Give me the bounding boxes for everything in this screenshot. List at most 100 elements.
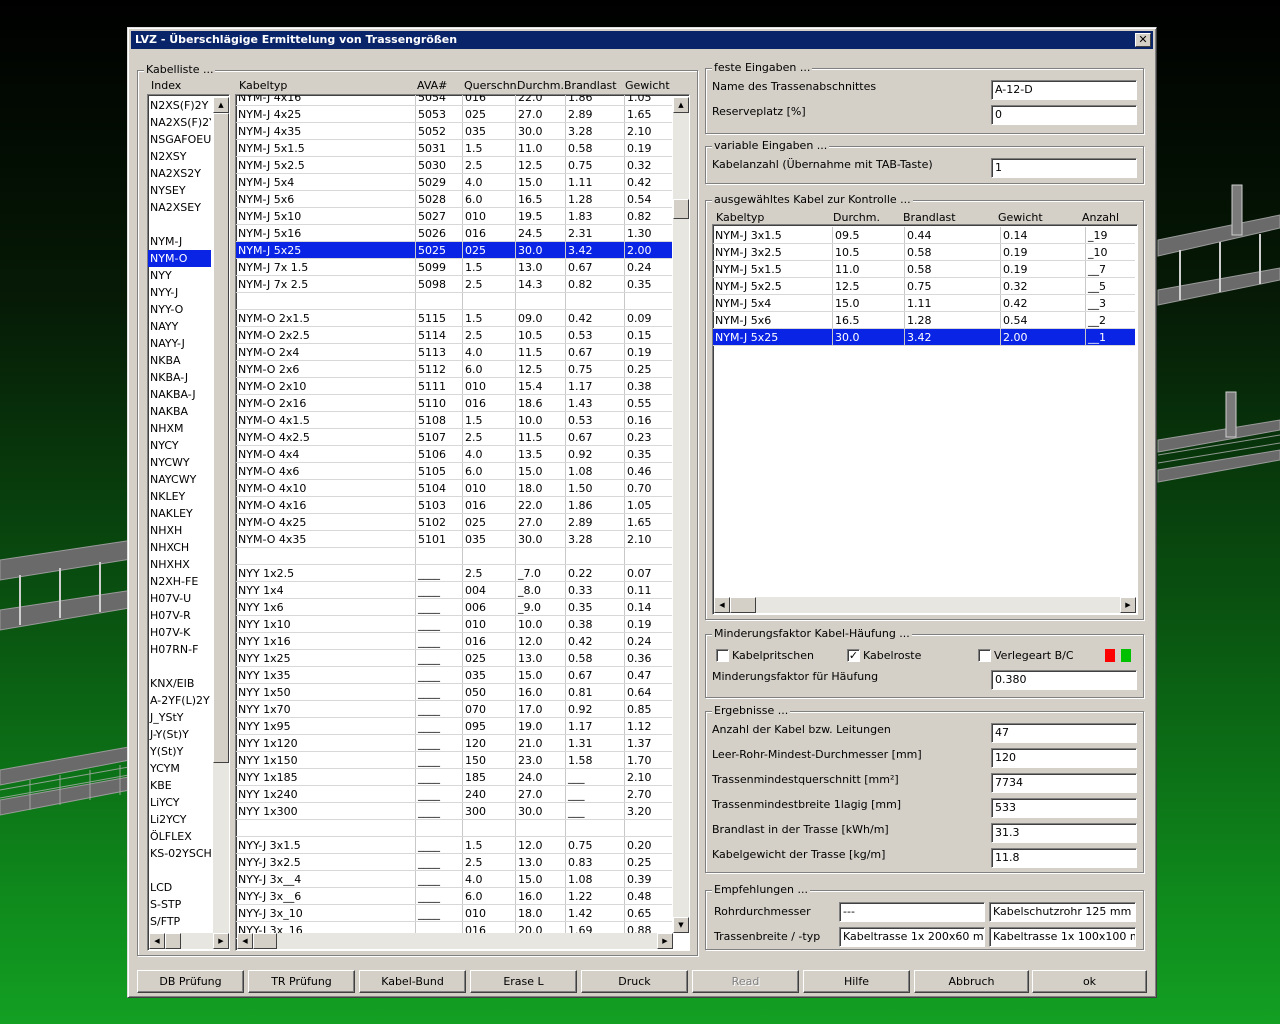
index-item[interactable]: Li2YCY bbox=[148, 811, 211, 828]
index-item[interactable]: A-2YF(L)2Y bbox=[148, 692, 211, 709]
index-item[interactable]: NA2XSEY bbox=[148, 199, 211, 216]
index-item[interactable]: H07RN-F bbox=[148, 641, 211, 658]
table-row[interactable]: NYY 1x150 ____ 150 23.0 1.58 1.70 bbox=[236, 752, 672, 769]
hilfe-button[interactable]: Hilfe bbox=[803, 970, 910, 993]
index-item[interactable]: NHXHX bbox=[148, 556, 211, 573]
index-item[interactable]: NKLEY bbox=[148, 488, 211, 505]
table-row[interactable]: NYY 1x6 ____ 006 _9.0 0.35 0.14 bbox=[236, 599, 672, 616]
scroll-left-icon[interactable]: ◀ bbox=[149, 933, 165, 949]
index-item[interactable]: NKBA bbox=[148, 352, 211, 369]
kontrolle-row[interactable]: NYM-J 5x2.5 12.5 0.75 0.32 __5 bbox=[713, 278, 1135, 295]
kontrolle-row[interactable]: NYM-J 5x6 16.5 1.28 0.54 __2 bbox=[713, 312, 1135, 329]
table-row[interactable] bbox=[236, 820, 672, 837]
name-field[interactable]: A-12-D bbox=[991, 80, 1137, 100]
table-row[interactable]: NYY 1x70 ____ 070 17.0 0.92 0.85 bbox=[236, 701, 672, 718]
index-item[interactable]: NA2XS2Y bbox=[148, 165, 211, 182]
table-row[interactable]: NYM-J 5x10 5027 010 19.5 1.83 0.82 bbox=[236, 208, 672, 225]
scroll-up-icon[interactable]: ▲ bbox=[673, 97, 689, 113]
index-item[interactable]: NYSEY bbox=[148, 182, 211, 199]
index-list-hscroll[interactable]: ◀ ▶ bbox=[149, 933, 229, 949]
ergebnis-field[interactable]: 533 bbox=[991, 798, 1137, 818]
index-item[interactable]: NAKBA-J bbox=[148, 386, 211, 403]
table-row[interactable]: NYM-J 5x25 5025 025 30.0 3.42 2.00 bbox=[236, 242, 672, 259]
kabelpritschen-checkbox[interactable] bbox=[716, 649, 729, 662]
table-row[interactable]: NYM-O 4x2.5 5107 2.5 11.5 0.67 0.23 bbox=[236, 429, 672, 446]
index-item[interactable]: H07V-R bbox=[148, 607, 211, 624]
table-row[interactable]: NYM-J 5x16 5026 016 24.5 2.31 1.30 bbox=[236, 225, 672, 242]
index-item[interactable]: H07V-K bbox=[148, 624, 211, 641]
table-row[interactable]: NYY 1x10 ____ 010 10.0 0.38 0.19 bbox=[236, 616, 672, 633]
ergebnis-field[interactable]: 31.3 bbox=[991, 823, 1137, 843]
trassenbreite-hint[interactable]: Kabeltrasse 1x 100x100 mm bbox=[989, 927, 1136, 947]
table-row[interactable]: NYM-J 4x16 5054 016 22.0 1.86 1.05 bbox=[236, 95, 672, 106]
index-item[interactable]: NHXH bbox=[148, 522, 211, 539]
index-list[interactable]: N2XS(F)2Y NA2XS(F)2Y NSGAFOEU N2XSY NA2XS2Y N… bbox=[147, 94, 230, 951]
table-row[interactable]: NYM-O 4x10 5104 010 18.0 1.50 0.70 bbox=[236, 480, 672, 497]
table-row[interactable]: NYY 1x4 ____ 004 _8.0 0.33 0.11 bbox=[236, 582, 672, 599]
kontrolle-list[interactable]: NYM-J 3x1.5 09.5 0.44 0.14 _19 NYM-J 3x2.5 10.… bbox=[712, 224, 1138, 615]
table-row[interactable]: NYM-O 4x25 5102 025 27.0 2.89 1.65 bbox=[236, 514, 672, 531]
table-row[interactable] bbox=[236, 293, 672, 310]
index-item[interactable]: S-STP bbox=[148, 896, 211, 913]
table-row[interactable]: NYY 1x50 ____ 050 16.0 0.81 0.64 bbox=[236, 684, 672, 701]
kabelroste-checkbox[interactable]: ✓ bbox=[847, 649, 860, 662]
table-row[interactable]: NYY 1x120 ____ 120 21.0 1.31 1.37 bbox=[236, 735, 672, 752]
kontrolle-row[interactable]: NYM-J 5x4 15.0 1.11 0.42 __3 bbox=[713, 295, 1135, 312]
scroll-down-icon[interactable]: ▼ bbox=[673, 917, 689, 933]
rohrdurchmesser-field[interactable]: --- bbox=[839, 902, 985, 922]
close-icon[interactable]: ✕ bbox=[1135, 33, 1151, 47]
index-item[interactable]: NYCY bbox=[148, 437, 211, 454]
table-row[interactable]: NYM-J 5x6 5028 6.0 16.5 1.28 0.54 bbox=[236, 191, 672, 208]
table-row[interactable]: NYM-O 4x6 5105 6.0 15.0 1.08 0.46 bbox=[236, 463, 672, 480]
table-row[interactable]: NYY 1x95 ____ 095 19.0 1.17 1.12 bbox=[236, 718, 672, 735]
scroll-thumb[interactable] bbox=[673, 199, 689, 219]
scroll-thumb[interactable] bbox=[730, 597, 756, 613]
scroll-right-icon[interactable]: ▶ bbox=[213, 933, 229, 949]
druck-button[interactable]: Druck bbox=[581, 970, 688, 993]
scroll-left-icon[interactable]: ◀ bbox=[714, 597, 730, 613]
abbruch-button[interactable]: Abbruch bbox=[914, 970, 1029, 993]
minderungsfaktor-field[interactable]: 0.380 bbox=[991, 670, 1137, 690]
index-item[interactable]: N2XSY bbox=[148, 148, 211, 165]
scroll-right-icon[interactable]: ▶ bbox=[657, 933, 673, 949]
table-row[interactable]: NYY 1x2.5 ____ 2.5 _7.0 0.22 0.07 bbox=[236, 565, 672, 582]
trassenbreite-field[interactable]: Kabeltrasse 1x 200x60 mm bbox=[839, 927, 985, 947]
index-item[interactable]: NHXM bbox=[148, 420, 211, 437]
table-row[interactable]: NYY-J 3x1.5 ____ 1.5 12.0 0.75 0.20 bbox=[236, 837, 672, 854]
index-item[interactable]: NYY-J bbox=[148, 284, 211, 301]
scroll-right-icon[interactable]: ▶ bbox=[1120, 597, 1136, 613]
index-item[interactable]: N2XS(F)2Y bbox=[148, 97, 211, 114]
index-item[interactable]: N2XH-FE bbox=[148, 573, 211, 590]
kontrolle-row[interactable]: NYM-J 3x2.5 10.5 0.58 0.19 _10 bbox=[713, 244, 1135, 261]
table-row[interactable]: NYM-O 2x4 5113 4.0 11.5 0.67 0.19 bbox=[236, 344, 672, 361]
index-item[interactable]: NAKLEY bbox=[148, 505, 211, 522]
index-item[interactable]: KNX/EIB bbox=[148, 675, 211, 692]
verlegeart-checkbox[interactable] bbox=[978, 649, 991, 662]
scroll-left-icon[interactable]: ◀ bbox=[237, 933, 253, 949]
index-item[interactable]: NYM-J bbox=[148, 233, 211, 250]
table-row[interactable]: NYM-O 2x2.5 5114 2.5 10.5 0.53 0.15 bbox=[236, 327, 672, 344]
index-item[interactable] bbox=[148, 658, 211, 675]
index-item[interactable]: NYY bbox=[148, 267, 211, 284]
index-item[interactable]: Y(St)Y bbox=[148, 743, 211, 760]
index-item[interactable]: NYY-O bbox=[148, 301, 211, 318]
index-item[interactable]: KS-02YSCH bbox=[148, 845, 211, 862]
table-row[interactable]: NYM-O 4x1.5 5108 1.5 10.0 0.53 0.16 bbox=[236, 412, 672, 429]
index-item[interactable]: J-Y(St)Y bbox=[148, 726, 211, 743]
index-item[interactable]: NYM-O bbox=[148, 250, 211, 267]
table-row[interactable]: NYM-J 4x35 5052 035 30.0 3.28 2.10 bbox=[236, 123, 672, 140]
ergebnis-field[interactable]: 120 bbox=[991, 748, 1137, 768]
table-row[interactable]: NYM-O 4x35 5101 035 30.0 3.28 2.10 bbox=[236, 531, 672, 548]
index-item[interactable]: NAKBA bbox=[148, 403, 211, 420]
index-item[interactable]: KBE bbox=[148, 777, 211, 794]
index-item[interactable]: NAYCWY bbox=[148, 471, 211, 488]
index-item[interactable]: YCYM bbox=[148, 760, 211, 777]
index-item[interactable]: H07V-U bbox=[148, 590, 211, 607]
index-item[interactable]: NYCWY bbox=[148, 454, 211, 471]
table-row[interactable]: NYY 1x35 ____ 035 15.0 0.67 0.47 bbox=[236, 667, 672, 684]
kabel-table-hscroll[interactable]: ◀ ▶ bbox=[237, 933, 673, 949]
table-row[interactable]: NYY 1x240 ____ 240 27.0 ___ 2.70 bbox=[236, 786, 672, 803]
index-item[interactable]: NA2XS(F)2Y bbox=[148, 114, 211, 131]
table-row[interactable]: NYY-J 3x__6 ____ 6.0 16.0 1.22 0.48 bbox=[236, 888, 672, 905]
reserve-field[interactable]: 0 bbox=[991, 105, 1137, 125]
